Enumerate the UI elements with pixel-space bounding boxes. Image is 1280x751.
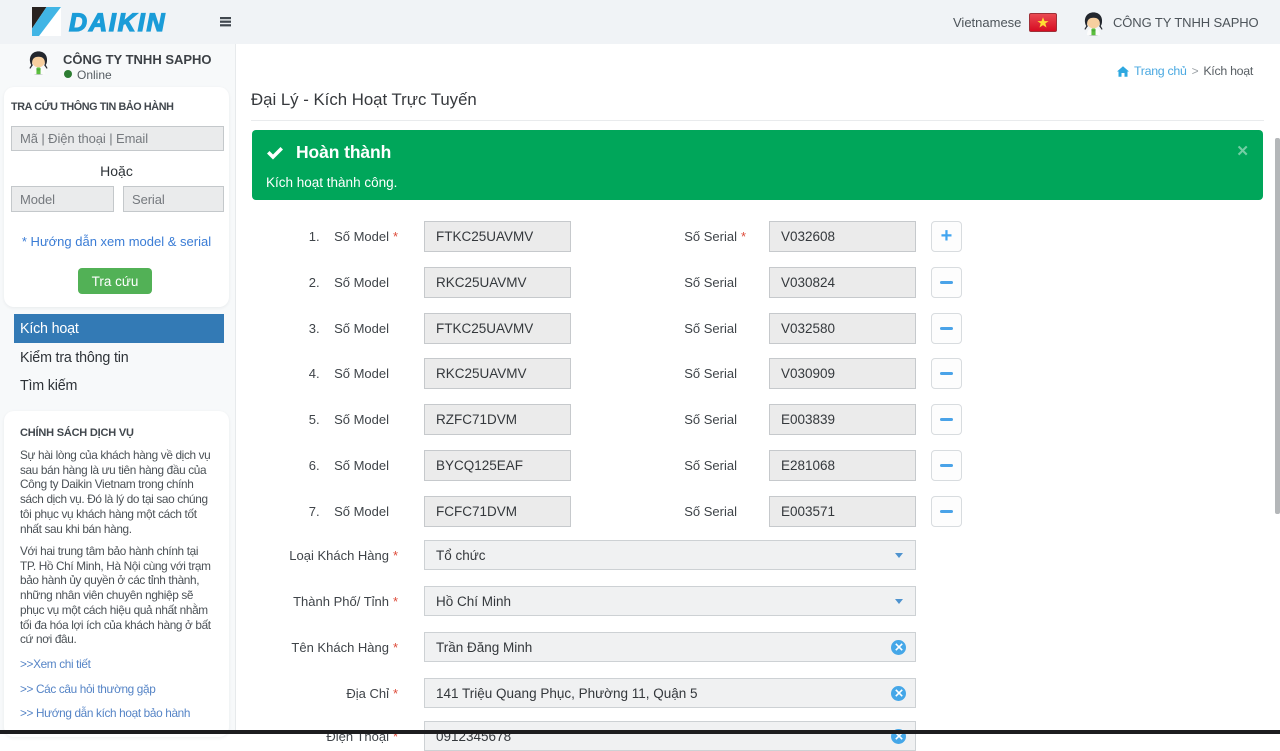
svg-text:DAIKIN: DAIKIN xyxy=(69,9,167,37)
